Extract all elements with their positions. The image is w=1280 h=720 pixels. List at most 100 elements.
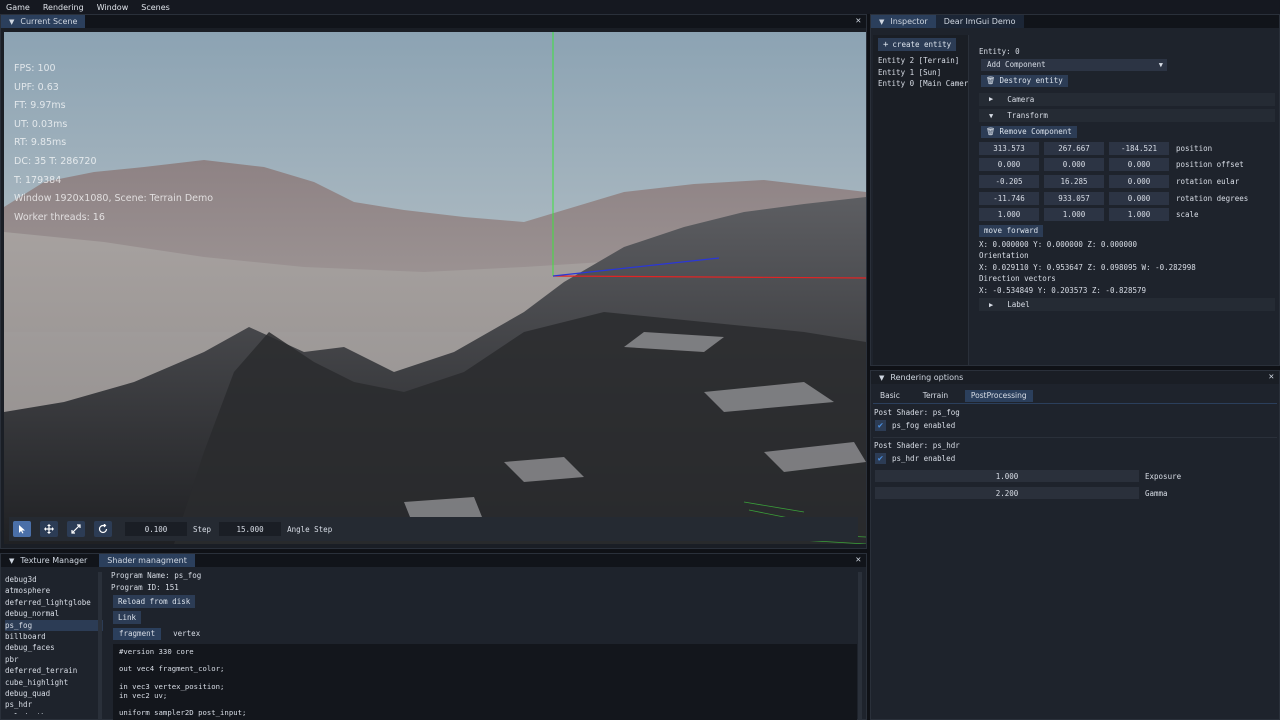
- fog-enabled-checkbox[interactable]: ✔: [875, 420, 886, 431]
- tab-fragment[interactable]: fragment: [113, 628, 162, 640]
- label-component-header[interactable]: ▶ Label: [979, 298, 1275, 312]
- rotation-degrees-z[interactable]: 0.000: [1109, 191, 1169, 205]
- tab-basic[interactable]: Basic: [874, 390, 906, 402]
- position-y[interactable]: 267.667: [1044, 141, 1104, 155]
- close-icon[interactable]: ✕: [856, 16, 861, 26]
- tab-current-scene[interactable]: ▼ Current Scene: [1, 15, 86, 28]
- transform-header-label: Transform: [1007, 111, 1048, 120]
- rotation-eular-z[interactable]: 0.000: [1109, 174, 1169, 188]
- tab-postprocessing[interactable]: PostProcessing: [964, 390, 1033, 402]
- transform-component-header[interactable]: ▼ Transform: [979, 109, 1275, 122]
- texture-item[interactable]: ssl_depth: [5, 711, 103, 714]
- collapse-triangle-icon[interactable]: ▼: [879, 18, 884, 26]
- rotate-tool-button[interactable]: [94, 521, 112, 537]
- gamma-slider[interactable]: 2.200: [875, 487, 1139, 499]
- position-z[interactable]: -184.521: [1109, 141, 1169, 155]
- angle-step-input[interactable]: 15.000: [219, 522, 282, 536]
- close-icon[interactable]: ✕: [1269, 372, 1274, 382]
- inspector-details: Entity: 0 Add Component ▼ 🗑 Destroy enti…: [979, 46, 1275, 315]
- exposure-label: Exposure: [1145, 471, 1182, 481]
- fog-shader-label: Post Shader: ps_fog: [874, 408, 960, 417]
- panel-scrollbar[interactable]: [858, 572, 862, 719]
- texture-item[interactable]: debug_faces: [5, 642, 103, 653]
- texture-item[interactable]: debug3d: [5, 574, 103, 585]
- rotation-degrees-y[interactable]: 933.057: [1044, 191, 1104, 205]
- close-icon[interactable]: ✕: [856, 555, 861, 565]
- menu-window[interactable]: Window: [97, 3, 129, 12]
- hdr-enabled-checkbox[interactable]: ✔: [875, 453, 886, 464]
- texture-item[interactable]: ps_hdr: [5, 699, 103, 710]
- texture-item[interactable]: debug_normal: [5, 608, 103, 619]
- program-id: Program ID: 151: [111, 583, 179, 592]
- collapse-triangle-icon[interactable]: ▼: [9, 18, 14, 26]
- scale-x[interactable]: 1.000: [979, 208, 1039, 222]
- menu-rendering[interactable]: Rendering: [43, 3, 84, 12]
- separator: [873, 437, 1277, 438]
- camera-component-header[interactable]: ▶ Camera: [979, 92, 1275, 106]
- collapse-triangle-icon[interactable]: ▼: [879, 374, 884, 382]
- position-offset-x[interactable]: 0.000: [979, 158, 1039, 172]
- shader-code-editor[interactable]: #version 330 core out vec4 fragment_colo…: [113, 644, 857, 720]
- tab-vertex[interactable]: vertex: [167, 628, 206, 640]
- texture-item[interactable]: deferred_terrain: [5, 665, 103, 676]
- entity-item-sun[interactable]: Entity 1 [Sun]: [873, 67, 968, 79]
- bottom-panel: ▼ Texture Manager Shader managment ✕ deb…: [0, 553, 867, 720]
- tab-rendering-options[interactable]: ▼ Rendering options: [871, 371, 971, 384]
- tab-terrain[interactable]: Terrain: [917, 390, 954, 402]
- tab-imgui-demo[interactable]: Dear ImGui Demo: [935, 15, 1024, 28]
- tab-label: Dear ImGui Demo: [943, 17, 1016, 26]
- add-component-dropdown[interactable]: Add Component ▼: [981, 58, 1167, 71]
- move-tool-button[interactable]: [40, 521, 58, 537]
- texture-item-selected[interactable]: ps_fog: [5, 619, 103, 632]
- remove-component-button[interactable]: 🗑 Remove Component: [981, 125, 1077, 138]
- position-offset-y[interactable]: 0.000: [1044, 158, 1104, 172]
- reload-from-disk-button[interactable]: Reload from disk: [113, 595, 196, 608]
- checkmark-icon: ✔: [877, 420, 884, 431]
- move-forward-button[interactable]: move forward: [979, 224, 1044, 237]
- menu-game[interactable]: Game: [6, 3, 30, 12]
- stat-t: T: 179384: [14, 174, 62, 186]
- code-line: #version 330 core: [119, 647, 194, 656]
- tab-shader-managment[interactable]: Shader managment: [99, 554, 195, 567]
- scale-z[interactable]: 1.000: [1109, 208, 1169, 222]
- tab-texture-manager[interactable]: ▼ Texture Manager: [1, 554, 95, 567]
- texture-item[interactable]: deferred_lightglobe: [5, 597, 103, 608]
- stat-ft: FT: 9.97ms: [14, 100, 66, 112]
- destroy-entity-button[interactable]: 🗑 Destroy entity: [981, 74, 1068, 87]
- texture-list-scrollbar[interactable]: [98, 572, 102, 719]
- texture-item[interactable]: debug_quad: [5, 688, 103, 699]
- select-tool-button[interactable]: [13, 521, 31, 537]
- stat-workers: Worker threads: 16: [14, 211, 105, 223]
- position-offset-z[interactable]: 0.000: [1109, 158, 1169, 172]
- step-input[interactable]: 0.100: [125, 522, 187, 536]
- create-entity-button[interactable]: + create entity: [878, 38, 957, 51]
- rendering-options-panel: ▼ Rendering options ✕ Basic Terrain Post…: [870, 370, 1280, 720]
- menu-scenes[interactable]: Scenes: [141, 3, 170, 12]
- angle-step-label: Angle Step: [287, 524, 333, 534]
- entity-item-main-camera[interactable]: Entity 0 [Main Camer: [873, 78, 968, 90]
- tab-inspector[interactable]: ▼ Inspector: [871, 15, 936, 28]
- entity-item-terrain[interactable]: Entity 2 [Terrain]: [873, 55, 968, 67]
- fog-enabled-row: ✔ ps_fog enabled: [875, 420, 955, 431]
- code-line: in vec2 uv;: [119, 690, 168, 700]
- stat-upf: UPF: 0.63: [14, 81, 59, 93]
- scale-y[interactable]: 1.000: [1044, 208, 1104, 222]
- rotation-eular-y[interactable]: 16.285: [1044, 174, 1104, 188]
- entity-title: Entity: 0: [979, 47, 1020, 56]
- stat-fps: FPS: 100: [14, 63, 56, 74]
- texture-item[interactable]: cube_highlight: [5, 677, 103, 688]
- rotation-eular-x[interactable]: -0.205: [979, 174, 1039, 188]
- collapse-triangle-icon[interactable]: ▼: [9, 557, 14, 565]
- scale-tool-button[interactable]: [67, 521, 85, 537]
- texture-item[interactable]: atmosphere: [5, 585, 103, 596]
- texture-item[interactable]: billboard: [5, 631, 103, 642]
- direction-label: Direction vectors: [979, 274, 1056, 284]
- link-button[interactable]: Link: [113, 611, 142, 624]
- texture-item[interactable]: pbr: [5, 654, 103, 665]
- exposure-slider[interactable]: 1.000: [875, 470, 1139, 482]
- position-x[interactable]: 313.573: [979, 141, 1039, 155]
- scene-viewport[interactable]: FPS: 100 UPF: 0.63 FT: 9.97ms UT: 0.03ms…: [4, 32, 866, 544]
- checkmark-icon: ✔: [877, 453, 884, 464]
- rotation-degrees-x[interactable]: -11.746: [979, 191, 1039, 205]
- inspector-panel: ▼ Inspector Dear ImGui Demo + create ent…: [870, 14, 1280, 366]
